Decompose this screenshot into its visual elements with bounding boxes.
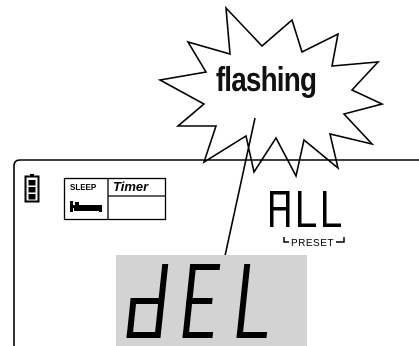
readout-all	[270, 191, 341, 227]
scene	[13, 5, 419, 346]
sleep-label: SLEEP	[70, 183, 97, 192]
preset-label: PRESET	[289, 238, 337, 249]
timer-label: Timer	[113, 179, 149, 194]
callout-text: flashing	[215, 61, 317, 99]
battery-icon	[24, 174, 40, 203]
